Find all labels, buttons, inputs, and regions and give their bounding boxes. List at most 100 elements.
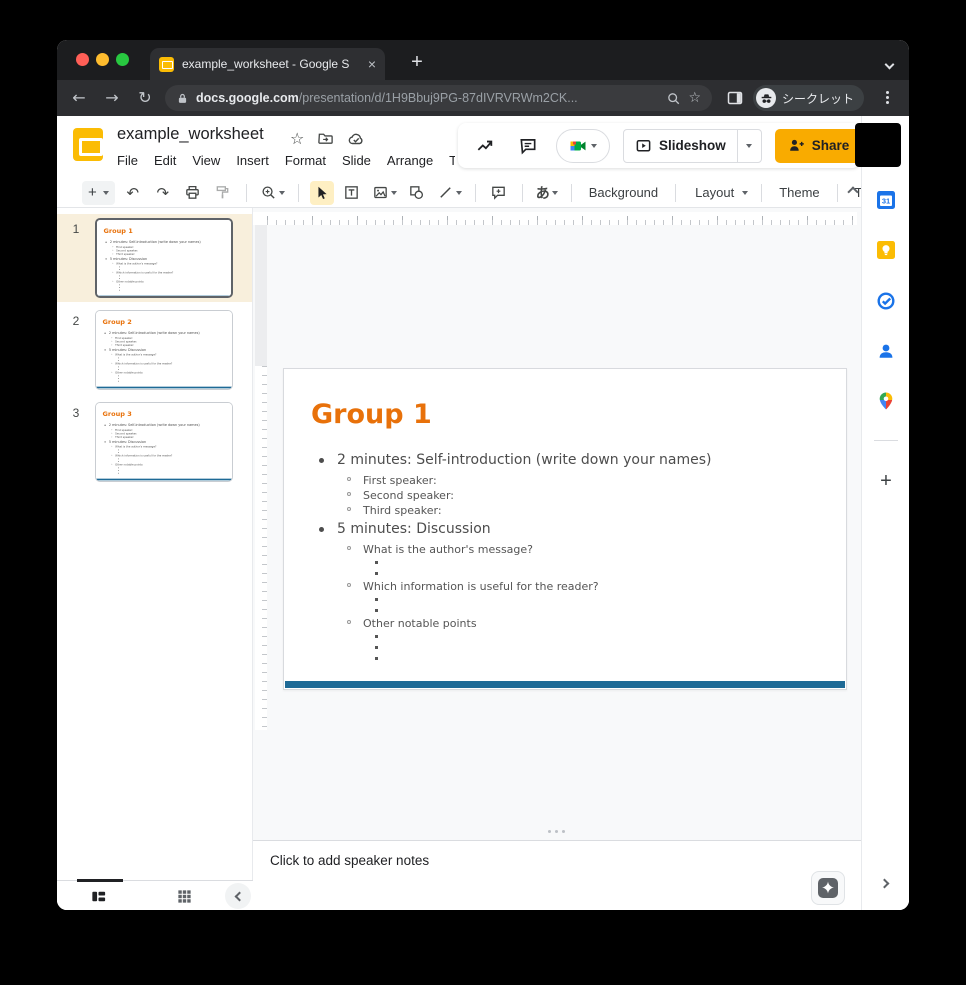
slideshow-dropdown-button[interactable] bbox=[737, 130, 761, 162]
bullet-item: What is the author's message? bbox=[347, 542, 838, 557]
menu-tools[interactable]: Tools bbox=[447, 152, 455, 172]
insert-comment-button[interactable] bbox=[487, 181, 511, 205]
slide-title[interactable]: Group 1 bbox=[104, 227, 133, 235]
bullet-item: 2 minutes: Self-introduction (write down… bbox=[105, 240, 231, 244]
insert-image-button[interactable] bbox=[370, 181, 399, 205]
get-addons-button[interactable]: + bbox=[862, 470, 909, 493]
menu-format[interactable]: Format bbox=[283, 152, 328, 172]
tab-close-icon[interactable]: × bbox=[368, 57, 376, 71]
slide-title[interactable]: Group 2 bbox=[103, 318, 132, 326]
slide-body-text[interactable]: 2 minutes: Self-introduction (write down… bbox=[96, 330, 230, 382]
tab-search-chevron-icon[interactable] bbox=[886, 55, 893, 73]
bullet-item bbox=[375, 631, 838, 642]
select-tool-button[interactable] bbox=[310, 181, 334, 205]
share-person-icon bbox=[788, 137, 805, 154]
filmstrip-view-icon[interactable] bbox=[90, 888, 107, 905]
slide-title[interactable]: Group 1 bbox=[311, 399, 432, 430]
slide-body-text[interactable]: 2 minutes: Self-introduction (write down… bbox=[284, 449, 838, 664]
reload-button[interactable]: ↻ bbox=[134, 87, 156, 109]
move-folder-icon[interactable] bbox=[317, 130, 334, 147]
omnibox[interactable]: docs.google.com/presentation/d/1H9Bbuj9P… bbox=[165, 85, 712, 111]
side-panel-icon[interactable] bbox=[726, 89, 744, 107]
print-button[interactable] bbox=[181, 181, 205, 205]
slide-body-text[interactable]: 2 minutes: Self-introduction (write down… bbox=[97, 239, 231, 291]
maximize-window-button[interactable] bbox=[116, 53, 129, 66]
forward-button[interactable]: → bbox=[101, 87, 123, 109]
slides-favicon-icon bbox=[159, 57, 174, 72]
input-tools-button[interactable]: あ bbox=[534, 181, 560, 205]
slide-thumbnail[interactable]: Group 3 2 minutes: Self-introduction (wri… bbox=[95, 402, 233, 482]
gemini-button[interactable] bbox=[811, 871, 845, 905]
speaker-notes-panel[interactable]: Click to add speaker notes bbox=[253, 840, 861, 910]
bookmark-star-icon[interactable]: ☆ bbox=[688, 90, 701, 106]
redo-button[interactable]: ↷ bbox=[151, 181, 175, 205]
contacts-icon[interactable] bbox=[876, 341, 896, 361]
side-panel-rail: 31 + bbox=[861, 116, 909, 910]
browser-tab[interactable]: example_worksheet - Google S × bbox=[150, 48, 385, 80]
incognito-icon bbox=[756, 88, 776, 108]
bullet-item: 5 minutes: Discussion bbox=[105, 257, 231, 261]
notes-resize-handle[interactable] bbox=[548, 830, 551, 833]
current-slide[interactable]: Group 1 2 minutes: Self-introduction (wri… bbox=[283, 368, 847, 690]
bullet-item: 2 minutes: Self-introduction (write down… bbox=[319, 452, 838, 469]
tasks-icon[interactable] bbox=[876, 291, 896, 311]
background-button[interactable]: Background bbox=[583, 185, 664, 200]
slide-number: 1 bbox=[57, 218, 95, 298]
minimize-window-button[interactable] bbox=[96, 53, 109, 66]
close-window-button[interactable] bbox=[76, 53, 89, 66]
bullet-item: Second speaker: bbox=[347, 488, 838, 503]
menu-edit[interactable]: Edit bbox=[152, 152, 178, 172]
theme-button[interactable]: Theme bbox=[773, 185, 825, 200]
slide-title[interactable]: Group 3 bbox=[103, 410, 132, 418]
cloud-saved-icon[interactable] bbox=[347, 130, 365, 148]
layout-button[interactable]: Layout bbox=[687, 181, 750, 205]
insert-shape-button[interactable] bbox=[405, 181, 429, 205]
slide-accent-bar bbox=[96, 387, 232, 389]
browser-menu-icon[interactable] bbox=[886, 91, 889, 99]
document-title[interactable]: example_worksheet bbox=[117, 125, 264, 144]
grid-view-icon[interactable] bbox=[176, 888, 193, 905]
activity-dashboard-icon[interactable] bbox=[470, 131, 500, 161]
bullet-item: Third speaker: bbox=[347, 503, 838, 518]
bullet-item bbox=[375, 594, 838, 605]
bullet-item: 5 minutes: Discussion bbox=[319, 521, 838, 538]
share-button[interactable]: Share bbox=[775, 129, 863, 163]
bullet-item: 5 minutes: Discussion bbox=[104, 348, 230, 352]
slides-logo-icon[interactable] bbox=[73, 128, 103, 161]
menu-view[interactable]: View bbox=[190, 152, 222, 172]
new-slide-button[interactable]: + bbox=[82, 181, 115, 205]
slideshow-button[interactable]: Slideshow bbox=[624, 130, 737, 162]
back-button[interactable]: ← bbox=[68, 87, 90, 109]
slide-canvas[interactable]: Group 1 2 minutes: Self-introduction (wri… bbox=[253, 208, 861, 840]
paint-format-button[interactable] bbox=[211, 181, 235, 205]
maps-icon[interactable] bbox=[876, 391, 896, 411]
tab-title: example_worksheet - Google S bbox=[182, 57, 349, 71]
keep-icon[interactable] bbox=[876, 240, 896, 260]
slide-row: 3Group 32 minutes: Self-introduction (wr… bbox=[57, 398, 252, 486]
slide-thumbnail[interactable]: Group 1 2 minutes: Self-introduction (wri… bbox=[95, 218, 233, 298]
slide-thumbnail[interactable]: Group 2 2 minutes: Self-introduction (wri… bbox=[95, 310, 233, 390]
slide-body-text[interactable]: 2 minutes: Self-introduction (write down… bbox=[96, 422, 230, 474]
bullet-item bbox=[375, 653, 838, 664]
meet-dropdown-caret bbox=[591, 144, 597, 148]
insert-line-button[interactable] bbox=[435, 181, 464, 205]
comments-icon[interactable] bbox=[513, 131, 543, 161]
collapse-filmstrip-button[interactable] bbox=[225, 883, 251, 909]
speaker-notes-placeholder[interactable]: Click to add speaker notes bbox=[270, 853, 429, 868]
filmstrip-panel: 1 Group 1 2 minutes: Self-introduction (wr… bbox=[57, 208, 253, 880]
menu-slide[interactable]: Slide bbox=[340, 152, 373, 172]
star-document-icon[interactable]: ☆ bbox=[290, 129, 304, 148]
menu-file[interactable]: File bbox=[115, 152, 140, 172]
share-label: Share bbox=[812, 138, 850, 153]
undo-button[interactable]: ↶ bbox=[121, 181, 145, 205]
textbox-button[interactable] bbox=[340, 181, 364, 205]
zoom-button[interactable] bbox=[258, 181, 287, 205]
calendar-icon[interactable]: 31 bbox=[876, 190, 896, 210]
meet-button[interactable] bbox=[556, 129, 610, 163]
new-tab-button[interactable]: + bbox=[403, 49, 431, 77]
menu-insert[interactable]: Insert bbox=[234, 152, 271, 172]
hide-side-panel-icon[interactable] bbox=[880, 879, 890, 889]
account-avatar[interactable] bbox=[855, 123, 901, 167]
search-icon[interactable] bbox=[666, 91, 681, 106]
menu-arrange[interactable]: Arrange bbox=[385, 152, 435, 172]
